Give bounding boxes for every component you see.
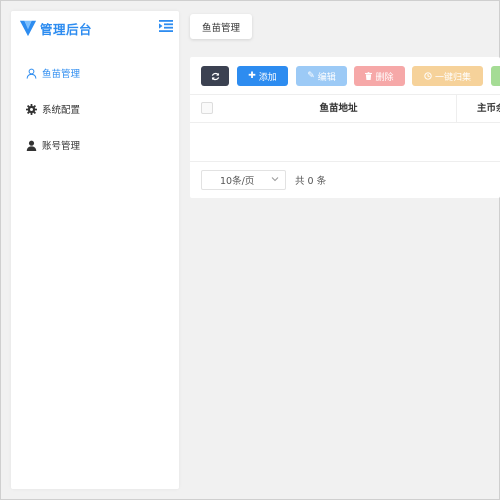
select-all-checkbox[interactable] <box>201 102 213 114</box>
content-panel: ✚ 添加 ✎ 编辑 删除 一键归集 鱼苗地址 主币余 <box>190 57 500 198</box>
collect-all-button-label: 一键归集 <box>434 72 471 83</box>
delete-button-label: 删除 <box>375 72 394 83</box>
gear-icon <box>25 103 38 116</box>
delete-button[interactable]: 删除 <box>354 66 405 86</box>
sidebar-item-fry-management[interactable]: 鱼苗管理 <box>11 55 179 91</box>
page-size-select[interactable]: 10条/页 <box>201 170 286 190</box>
table-body <box>190 123 500 162</box>
refresh-icon <box>211 72 219 80</box>
plus-icon: ✚ <box>248 71 256 81</box>
column-header-balance[interactable]: 主币余 <box>456 95 500 122</box>
sidebar-item-system-config[interactable]: 系统配置 <box>11 91 179 127</box>
chevron-down-icon <box>271 177 279 182</box>
brand: 管理后台 <box>19 19 92 37</box>
pagination: 10条/页 共 0 条 <box>201 170 326 190</box>
edit-button[interactable]: ✎ 编辑 <box>296 66 347 86</box>
user-solid-icon <box>25 139 38 152</box>
tab-label: 鱼苗管理 <box>201 22 240 34</box>
collect-all-button[interactable]: 一键归集 <box>412 66 483 86</box>
pencil-icon: ✎ <box>307 71 315 81</box>
page-size-value: 10条/页 <box>220 176 255 187</box>
column-header-address[interactable]: 鱼苗地址 <box>221 95 456 122</box>
sidebar-item-label: 系统配置 <box>42 105 81 116</box>
total-count: 共 0 条 <box>295 176 327 187</box>
tab-fry-management[interactable]: 鱼苗管理 <box>190 14 252 39</box>
extra-action-button[interactable] <box>491 66 500 86</box>
logo-icon <box>19 20 37 37</box>
sidebar-nav: 鱼苗管理 系统配置 账号管理 <box>11 55 179 163</box>
user-outline-icon <box>25 67 38 80</box>
table-header: 鱼苗地址 主币余 <box>190 94 500 123</box>
sidebar-item-label: 鱼苗管理 <box>42 69 81 80</box>
refresh-button[interactable] <box>201 66 229 86</box>
data-table: 鱼苗地址 主币余 <box>190 94 500 162</box>
add-button[interactable]: ✚ 添加 <box>237 66 288 86</box>
sidebar-item-label: 账号管理 <box>42 141 81 152</box>
trash-icon <box>365 72 373 80</box>
sidebar-item-account-management[interactable]: 账号管理 <box>11 127 179 163</box>
add-button-label: 添加 <box>258 72 277 83</box>
clock-icon <box>424 72 432 80</box>
sidebar: 管理后台 鱼苗管理 系统配置 账号管理 <box>11 11 179 489</box>
edit-button-label: 编辑 <box>317 72 336 83</box>
app-title: 管理后台 <box>40 21 93 37</box>
menu-collapse-icon[interactable] <box>159 20 173 32</box>
